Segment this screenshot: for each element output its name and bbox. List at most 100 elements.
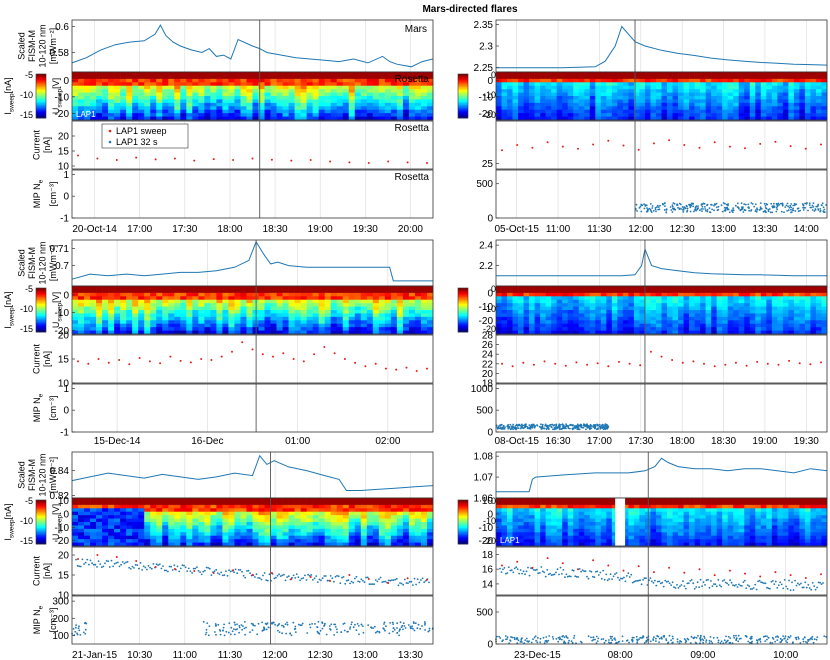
spectrogram-cell xyxy=(628,113,635,117)
mip-point xyxy=(742,211,745,213)
spectrogram-cell xyxy=(84,535,91,540)
spectrogram-cell xyxy=(595,72,602,76)
mip-point xyxy=(759,206,762,209)
spectrogram-cell xyxy=(258,296,265,301)
spectrogram-cell xyxy=(689,289,695,294)
spectrogram-cell xyxy=(174,72,181,76)
spectrogram-cell xyxy=(84,85,91,90)
spectrogram-cell xyxy=(711,303,717,307)
spectrogram-cell xyxy=(545,313,552,318)
mip-point xyxy=(605,425,608,428)
spectrogram-cell xyxy=(384,327,392,331)
spectrogram-cell xyxy=(84,92,91,97)
spectrogram-cell xyxy=(96,292,103,297)
mip-point xyxy=(767,208,770,211)
mip-point xyxy=(797,210,800,213)
spectrogram-cell xyxy=(306,286,313,290)
spectrogram-cell xyxy=(168,306,175,311)
spectrogram-cell xyxy=(738,316,745,321)
spectrogram-cell xyxy=(402,102,410,107)
fism-axes: 0.840.82ScaledFISM-M10-120 nm[mWm⁻²] xyxy=(17,451,434,502)
spectrogram-cell xyxy=(174,511,181,516)
spectrogram-cell xyxy=(384,102,392,107)
spectrogram-cell xyxy=(162,286,169,290)
spectrogram-cell xyxy=(782,310,789,314)
spectrogram-cell xyxy=(793,99,800,104)
current-sweep-point xyxy=(618,360,620,363)
spectrogram-cell xyxy=(804,92,811,97)
spectrogram-cell xyxy=(354,286,362,290)
spectrogram-cell xyxy=(722,289,728,294)
spectrogram-cell xyxy=(694,85,701,90)
spectrogram-cell xyxy=(578,292,585,297)
spectrogram-cell xyxy=(766,327,773,331)
spectrogram-cell xyxy=(523,327,530,331)
spectrogram-cell xyxy=(749,85,756,90)
spectrogram-cell xyxy=(162,501,169,506)
spectrogram-cell xyxy=(210,75,217,80)
spectrogram-cell xyxy=(606,96,613,100)
spectrogram-cell xyxy=(661,323,668,328)
spectrogram-cell xyxy=(384,78,392,83)
spectrogram-cell xyxy=(534,327,541,331)
spectrogram-cell xyxy=(384,75,392,80)
spectrogram-cell xyxy=(573,299,580,304)
spectrogram-cell xyxy=(156,498,163,502)
spectrogram-cell xyxy=(523,72,530,76)
spectrogram-cell xyxy=(611,292,618,297)
spectrogram-cell xyxy=(501,109,508,114)
spectrogram-cell xyxy=(567,323,574,328)
spectrogram-cell xyxy=(276,289,283,294)
spectrogram-cell xyxy=(288,85,295,90)
spectrogram-cell xyxy=(198,323,205,328)
spectrogram-cell xyxy=(102,323,109,328)
spectrogram-cell xyxy=(771,72,778,76)
spectrogram-cell xyxy=(793,113,800,117)
spectrogram-cell xyxy=(312,99,319,104)
spectrogram-cell xyxy=(600,99,607,104)
spectrogram-cell xyxy=(102,320,109,325)
spectrogram-cell xyxy=(354,310,362,314)
colorbar-tick-label: -15 xyxy=(20,110,33,120)
spectrogram-cell xyxy=(222,532,229,537)
spectrogram-cell xyxy=(252,109,259,114)
current-sweep-point xyxy=(309,159,312,161)
spectrogram-cell xyxy=(496,78,502,83)
spectrogram-cell xyxy=(240,323,247,328)
y-tick-label: -1 xyxy=(60,428,69,439)
current-sweep-point xyxy=(628,362,631,365)
spectrogram-cell xyxy=(705,82,712,87)
spectrogram-cell xyxy=(90,327,97,331)
spectrogram-cell xyxy=(584,89,591,93)
spectrogram-cell xyxy=(222,292,229,297)
spectrogram-cell xyxy=(330,310,338,314)
spectrogram-cell xyxy=(384,109,392,114)
spectrogram-cell xyxy=(760,323,767,328)
spectrogram-cell xyxy=(264,109,271,114)
spectrogram-cell xyxy=(595,78,602,83)
current-sweep-point xyxy=(681,361,684,364)
spectrogram-axes: 0-10-20 xyxy=(479,71,828,121)
spectrogram-cell xyxy=(512,313,519,318)
spectrogram-cell xyxy=(545,85,552,90)
mip-point xyxy=(722,202,725,204)
spectrogram-cell xyxy=(777,72,784,76)
spectrogram-cell xyxy=(120,532,127,537)
spectrogram-cell xyxy=(755,106,762,111)
spectrogram-cell xyxy=(294,113,301,117)
spectrogram-cell xyxy=(556,102,563,107)
spectrogram-cell xyxy=(234,99,241,104)
spectrogram-cell xyxy=(348,75,356,80)
spectrogram-cell xyxy=(760,92,767,97)
spectrogram-cell xyxy=(126,539,133,543)
spectrogram-cell xyxy=(288,327,295,331)
spectrogram-axes: 0-10-20RosettaLAP1Usweep[V]Isweep[nA] xyxy=(3,71,434,121)
spectrogram-cell xyxy=(738,313,745,318)
spectrogram-cell xyxy=(144,323,151,328)
spectrogram-cell xyxy=(810,320,817,325)
spectrogram-cell xyxy=(799,92,806,97)
spectrogram-cell xyxy=(711,296,717,301)
spectrogram-cell xyxy=(617,286,624,290)
spectrogram-cell xyxy=(240,286,247,290)
spectrogram-cell xyxy=(567,96,574,100)
